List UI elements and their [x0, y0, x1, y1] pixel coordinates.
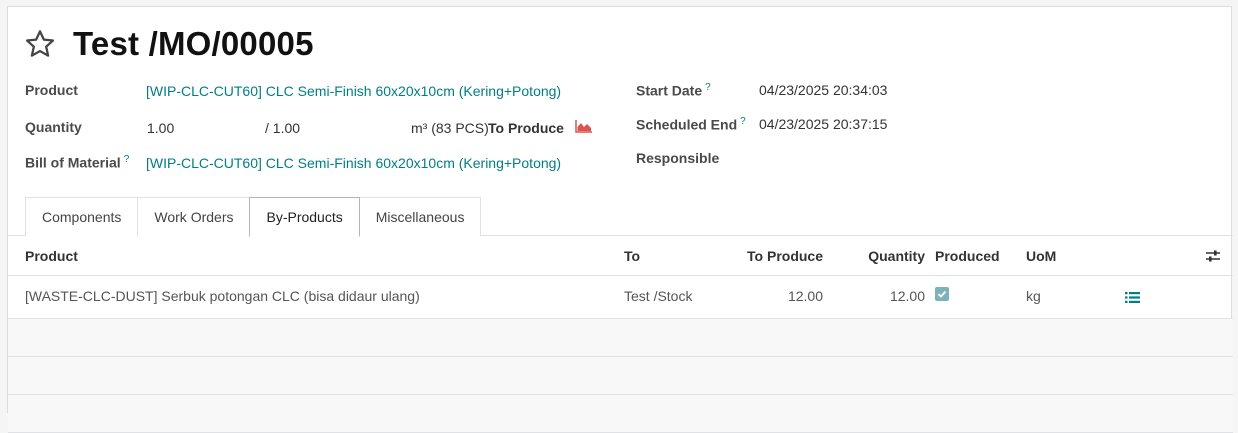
responsible-label: Responsible [636, 150, 720, 166]
column-quantity[interactable]: Quantity [838, 248, 925, 264]
scheduled-end-value[interactable]: 04/23/2025 20:37:15 [759, 116, 887, 132]
produced-checkbox[interactable] [935, 287, 949, 301]
bom-label-text: Bill of Material [25, 154, 121, 171]
row-quantity[interactable]: 12.00 [838, 288, 925, 304]
tab-work-orders[interactable]: Work Orders [137, 197, 251, 236]
empty-row [8, 357, 1233, 395]
tab-miscellaneous[interactable]: Miscellaneous [358, 197, 482, 236]
tab-components[interactable]: Components [25, 197, 139, 236]
row-product[interactable]: [WASTE-CLC-DUST] Serbuk potongan CLC (bi… [25, 288, 420, 304]
quantity-uom: m³ (83 PCS) [411, 120, 489, 136]
empty-row [8, 319, 1233, 357]
product-label: Product [25, 82, 78, 98]
start-date-value[interactable]: 04/23/2025 20:34:03 [759, 82, 887, 98]
column-to-produce[interactable]: To Produce [708, 248, 823, 264]
start-date-help-icon[interactable]: ? [705, 82, 711, 93]
quantity-input[interactable]: 1.00 [147, 120, 174, 136]
details-list-icon[interactable] [1125, 291, 1140, 304]
table-row[interactable]: [WASTE-CLC-DUST] Serbuk potongan CLC (bi… [8, 276, 1233, 319]
product-link[interactable]: [WIP-CLC-CUT60] CLC Semi-Finish 60x20x10… [146, 83, 561, 99]
forecast-chart-icon[interactable] [575, 119, 593, 133]
check-icon [937, 290, 947, 298]
quantity-total: / 1.00 [265, 120, 301, 136]
to-produce-label: To Produce [488, 120, 564, 136]
column-to[interactable]: To [624, 248, 640, 264]
title-row: Test /MO/00005 [24, 25, 314, 63]
bom-link[interactable]: [WIP-CLC-CUT60] CLC Semi-Finish 60x20x10… [146, 155, 561, 171]
table-header: Product To To Produce Quantity Produced … [8, 236, 1233, 276]
scheduled-end-label: Scheduled End? [636, 116, 746, 133]
scheduled-end-help-icon[interactable]: ? [740, 116, 746, 127]
page-title: Test /MO/00005 [73, 25, 314, 62]
column-settings-icon[interactable] [1205, 249, 1221, 263]
scheduled-end-label-text: Scheduled End [636, 116, 738, 133]
row-to-produce: 12.00 [787, 288, 823, 304]
by-products-table: Product To To Produce Quantity Produced … [8, 236, 1233, 433]
row-to[interactable]: Test /Stock [624, 288, 692, 304]
form-sheet: Test /MO/00005 Product [WIP-CLC-CUT60] C… [7, 6, 1233, 433]
tab-by-products[interactable]: By-Products [249, 197, 360, 237]
column-product[interactable]: Product [25, 248, 78, 264]
start-date-label-text: Start Date [636, 82, 703, 99]
column-uom[interactable]: UoM [1026, 248, 1056, 264]
column-produced[interactable]: Produced [935, 248, 1000, 264]
star-icon[interactable] [24, 28, 56, 60]
start-date-label: Start Date? [636, 82, 711, 99]
bom-label: Bill of Material? [25, 154, 129, 171]
row-uom[interactable]: kg [1026, 288, 1041, 304]
bom-help-icon[interactable]: ? [124, 154, 130, 165]
empty-row [8, 395, 1233, 433]
notebook-tabs: Components Work Orders By-Products Misce… [25, 197, 482, 237]
quantity-label: Quantity [25, 119, 82, 135]
